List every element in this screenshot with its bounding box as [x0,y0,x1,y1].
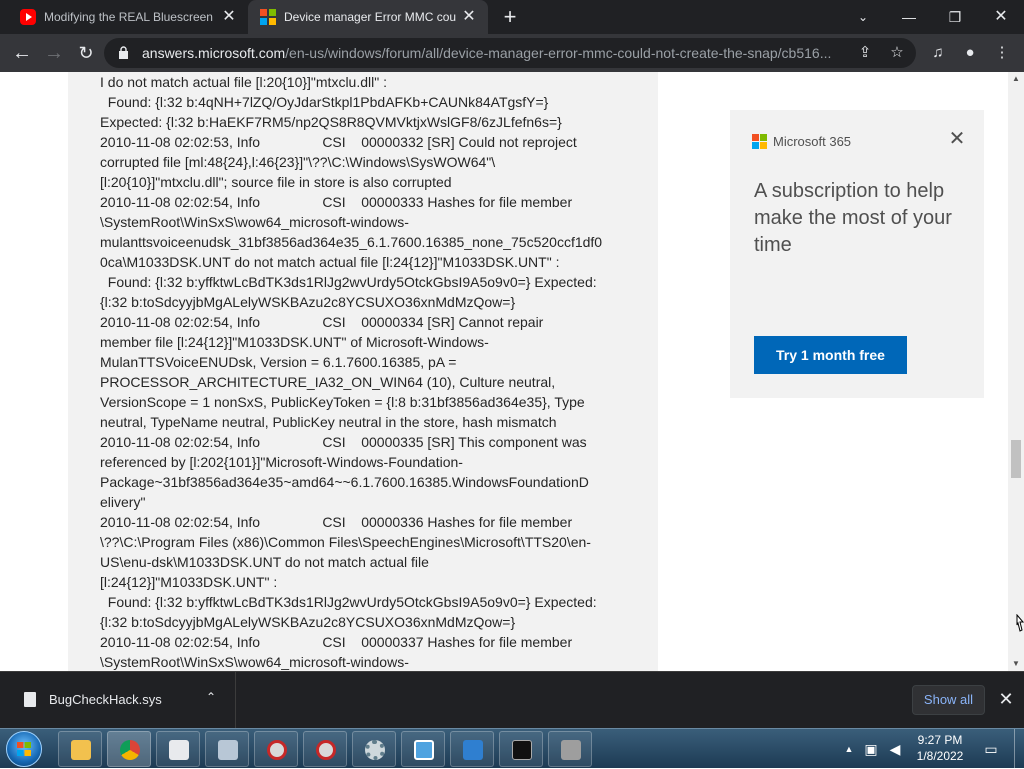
show-desktop-button[interactable] [1014,729,1024,769]
url-path: /en-us/windows/forum/all/device-manager-… [285,45,832,61]
close-window-icon[interactable]: ✕ [978,0,1024,34]
clock-date: 1/8/2022 [916,749,964,763]
show-hidden-icons-icon[interactable]: ▲ [840,740,858,758]
log-line: US\enu-dsk\M1033DSK.UNT do not match act… [100,554,429,570]
log-line: Package~31bf3856ad364e35~amd64~~6.1.7600… [100,474,589,490]
file-icon [24,692,36,707]
close-tab-icon[interactable]: ✕ [460,8,478,26]
forward-icon[interactable]: → [40,39,68,67]
scroll-down-icon[interactable]: ▼ [1008,657,1024,671]
log-line: referenced by [l:202{101}]"Microsoft-Win… [100,454,463,470]
close-tab-icon[interactable]: ✕ [220,8,238,26]
log-line: [l:20{10}]"mtxclu.dll"; source file in s… [100,174,452,190]
show-all-button[interactable]: Show all [912,685,985,715]
taskbar-chrome-icon[interactable] [107,731,151,767]
log-line: 2010-11-08 02:02:54, Info CSI 00000337 H… [100,634,573,650]
taskbar-window-icon[interactable] [401,731,445,767]
restore-icon[interactable]: ❐ [932,0,978,34]
page-scrollbar[interactable]: ▲ ▼ [1008,72,1024,671]
log-line: neutral, TypeName neutral, PublicKey neu… [100,414,557,430]
log-line: \??\C:\Program Files (x86)\Common Files\… [100,534,591,550]
log-line: member file [l:24{12}]"M1033DSK.UNT" of … [100,334,489,350]
download-bar: BugCheckHack.sys ⌃ Show all ✕ [0,671,1024,729]
taskbar-file-explorer-icon[interactable] [58,731,102,767]
close-ad-icon[interactable]: ✕ [948,129,966,149]
log-line: elivery" [100,494,146,510]
tab-device-manager[interactable]: Device manager Error MMC coul ✕ [248,0,488,34]
log-line: mulanttsvoiceenudsk_31bf3856ad364e35_6.1… [100,234,603,250]
ad-headline: A subscription to help make the most of … [754,180,952,256]
log-line: VersionScope = 1 nonSxS, PublicKeyToken … [100,394,585,410]
try-free-button[interactable]: Try 1 month free [754,336,907,374]
taskbar-blocked-app-icon[interactable] [303,731,347,767]
taskbar-app-icon[interactable] [450,731,494,767]
log-line: 2010-11-08 02:02:54, Info CSI 00000333 H… [100,194,573,210]
scroll-up-icon[interactable]: ▲ [1008,72,1024,86]
profile-icon[interactable]: ● [958,41,982,65]
log-line: [l:24{12}]"M1033DSK.UNT" : [100,574,278,590]
log-line: PROCESSOR_ARCHITECTURE_IA32_ON_WIN64 (10… [100,374,556,390]
bookmark-star-icon[interactable]: ☆ [888,44,906,62]
ad-brand-name: Microsoft 365 [773,134,852,149]
log-line: \SystemRoot\WinSxS\wow64_microsoft-windo… [100,214,409,230]
clock-time: 9:27 PM [917,733,963,747]
microsoft-logo-icon [752,134,767,149]
download-item[interactable]: BugCheckHack.sys ⌃ [12,672,236,729]
taskbar-store-icon[interactable] [156,731,200,767]
log-line: Found: {l:32 b:4qNH+7lZQ/OyJdarStkpl1Pbd… [100,94,549,110]
log-line: {l:32 b:toSdcyyjbMgALelyWSKBAzu2c8YCSUXO… [100,294,516,310]
media-control-icon[interactable]: ♫ [926,41,950,65]
error-log-text: I do not match actual file [l:20{10}]"mt… [100,72,625,671]
scrollbar-thumb[interactable] [1011,440,1021,478]
log-line: {l:32 b:toSdcyyjbMgALelyWSKBAzu2c8YCSUXO… [100,614,516,630]
download-file-name: BugCheckHack.sys [49,692,162,707]
log-line: MulanTTSVoiceENUDsk, Version = 6.1.7600.… [100,354,457,370]
network-icon[interactable]: ▣ [862,740,880,758]
close-download-bar-icon[interactable]: ✕ [996,687,1016,711]
taskbar-app-icon[interactable] [205,731,249,767]
tab-title: Modifying the REAL Bluescreen in [44,10,216,24]
reload-icon[interactable]: ↻ [72,39,100,67]
tab-title: Device manager Error MMC coul [284,10,456,24]
url-host: answers.microsoft.com [142,45,286,61]
back-icon[interactable]: ← [8,39,36,67]
tab-search-icon[interactable]: ⌄ [840,0,886,34]
microsoft-365-ad: Microsoft 365 ✕ A subscription to help m… [730,110,984,398]
page-viewport: I do not match actual file [l:20{10}]"mt… [0,72,1024,671]
minimize-icon[interactable]: — [886,0,932,34]
log-line: \SystemRoot\WinSxS\wow64_microsoft-windo… [100,654,409,670]
log-line: 2010-11-08 02:02:54, Info CSI 00000335 [… [100,434,587,450]
tab-youtube[interactable]: Modifying the REAL Bluescreen in ✕ [8,0,248,34]
tab-strip: Modifying the REAL Bluescreen in ✕ Devic… [0,0,1024,34]
log-line: Expected: {l:32 b:HaEKF7RM5/np2QS8R8QVMV… [100,114,562,130]
log-line: 0ca\M1033DSK.UNT do not match actual fil… [100,254,560,270]
log-line: Found: {l:32 b:yffktwLcBdTK3ds1RlJg2wvUr… [100,594,597,610]
start-button[interactable] [6,731,42,767]
ad-brand: Microsoft 365 [752,134,851,149]
share-icon[interactable]: ⇪ [856,44,874,62]
browser-toolbar: ← → ↻ answers.microsoft.com/en-us/window… [0,34,1024,72]
menu-icon[interactable]: ⋮ [990,41,1014,65]
url-text: answers.microsoft.com/en-us/windows/foru… [142,45,852,61]
address-bar[interactable]: answers.microsoft.com/en-us/windows/foru… [104,38,916,68]
new-tab-button[interactable]: + [498,4,522,30]
log-line: 2010-11-08 02:02:54, Info CSI 00000336 H… [100,514,573,530]
mouse-cursor-icon [1016,614,1024,632]
log-line: 2010-11-08 02:02:53, Info CSI 00000332 [… [100,134,577,150]
taskbar-network-app-icon[interactable] [548,731,592,767]
youtube-icon [20,9,36,25]
taskbar-clock[interactable]: 9:27 PM 1/8/2022 [900,732,980,764]
lock-icon[interactable] [118,46,129,59]
taskbar-settings-icon[interactable] [352,731,396,767]
action-center-icon[interactable]: ▭ [982,740,1000,758]
taskbar-terminal-icon[interactable] [499,731,543,767]
chevron-up-icon[interactable]: ⌃ [206,690,216,704]
taskbar-blocked-app-icon[interactable] [254,731,298,767]
windows-taskbar: ▲ ▣ ◀ 9:27 PM 1/8/2022 ▭ [0,728,1024,769]
microsoft-icon [260,9,276,25]
log-line: I do not match actual file [l:20{10}]"mt… [100,74,387,90]
log-line: 2010-11-08 02:02:54, Info CSI 00000334 [… [100,314,544,330]
log-line: Found: {l:32 b:yffktwLcBdTK3ds1RlJg2wvUr… [100,274,597,290]
log-line: corrupted file [ml:48{24},l:46{23}]"\??\… [100,154,496,170]
